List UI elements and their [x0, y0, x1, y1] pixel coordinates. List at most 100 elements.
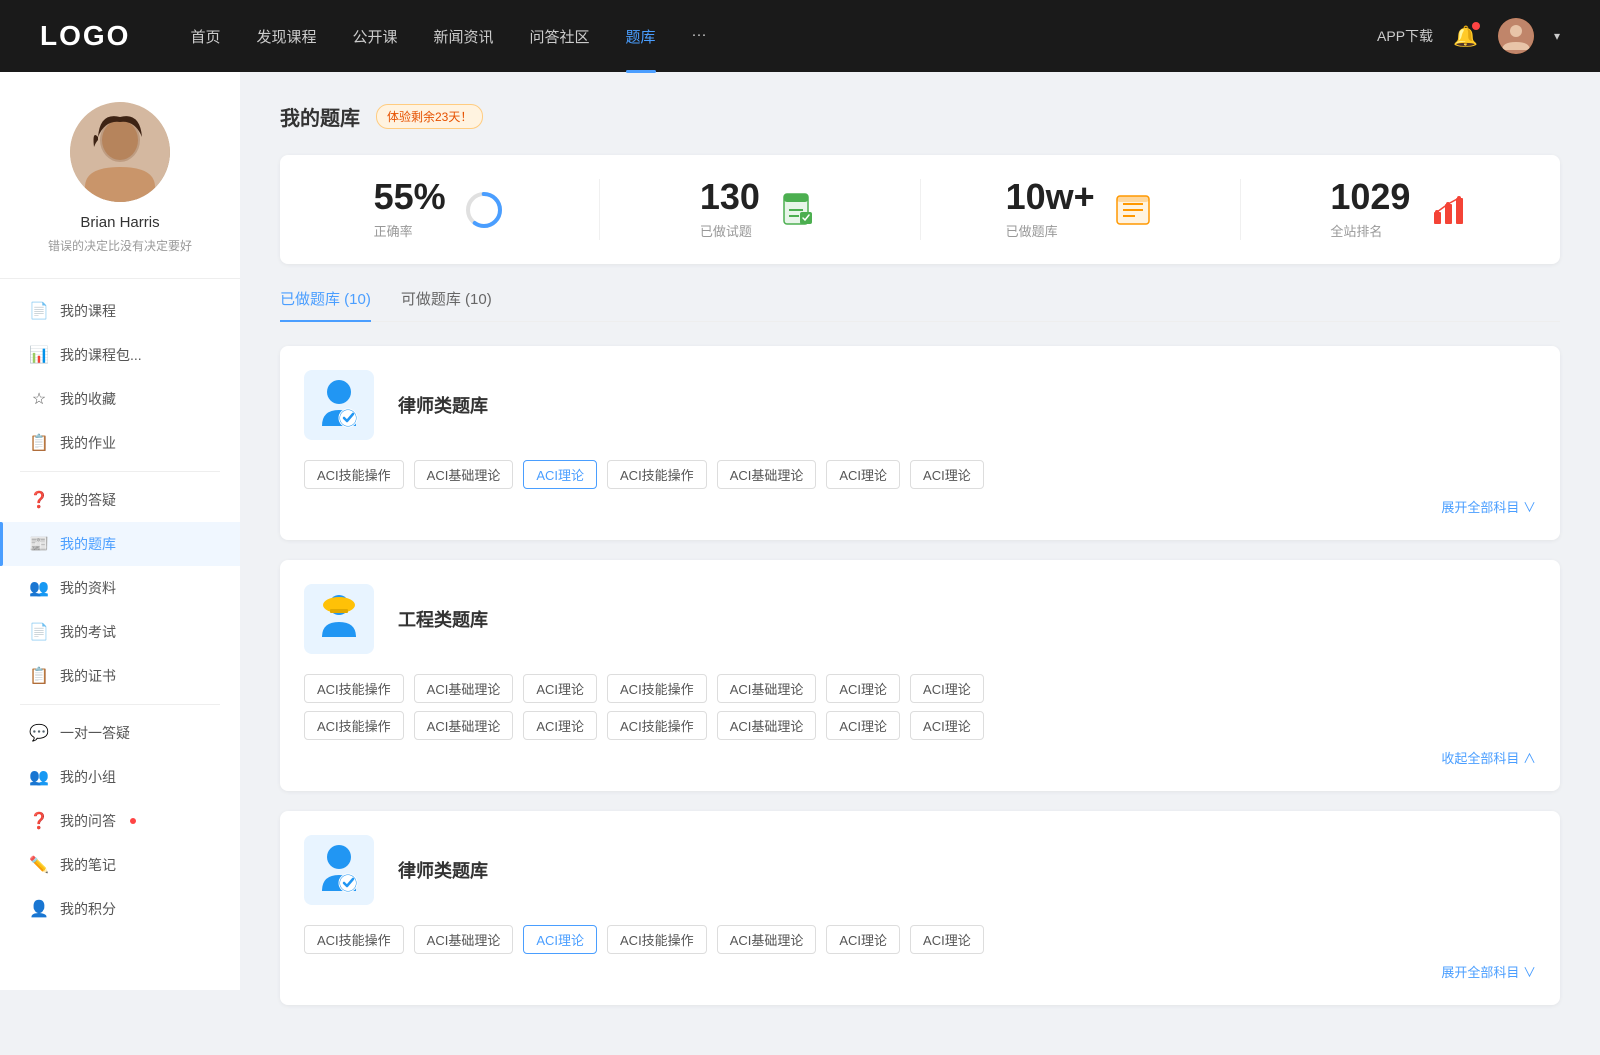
bank-card-2-tags-row1: ACI技能操作 ACI基础理论 ACI理论 ACI技能操作 ACI基础理论 AC…: [304, 674, 1536, 703]
sidebar-item-label: 我的问答: [60, 811, 116, 831]
tag-item[interactable]: ACI技能操作: [607, 460, 707, 489]
tag-item[interactable]: ACI理论: [826, 674, 900, 703]
tag-item[interactable]: ACI技能操作: [304, 674, 404, 703]
collapse-all-button[interactable]: 收起全部科目 ∧: [304, 748, 1536, 767]
nav-bank[interactable]: 题库: [626, 26, 656, 47]
tag-item[interactable]: ACI基础理论: [414, 711, 514, 740]
tag-item[interactable]: ACI理论: [910, 460, 984, 489]
tag-item-active[interactable]: ACI理论: [523, 925, 597, 954]
sidebar-item-notes[interactable]: ✏️ 我的笔记: [0, 843, 240, 887]
tag-item[interactable]: ACI基础理论: [414, 460, 514, 489]
tag-item[interactable]: ACI基础理论: [717, 711, 817, 740]
nav-news[interactable]: 新闻资讯: [434, 26, 494, 47]
nav-discover[interactable]: 发现课程: [256, 26, 316, 47]
course-package-icon: 📊: [30, 346, 48, 364]
accuracy-icon: [462, 188, 506, 232]
sidebar-item-label: 我的课程包...: [60, 345, 142, 365]
tab-done-banks[interactable]: 已做题库 (10): [280, 288, 371, 321]
stat-done-questions: 130 已做试题: [600, 179, 920, 240]
sidebar-item-course-package[interactable]: 📊 我的课程包...: [0, 333, 240, 377]
tag-item[interactable]: ACI理论: [910, 711, 984, 740]
tag-item[interactable]: ACI技能操作: [304, 460, 404, 489]
bar-chart-icon: [1426, 188, 1470, 232]
sidebar-item-exam[interactable]: 📄 我的考试: [0, 610, 240, 654]
lawyer-bank-icon-2: [304, 835, 374, 905]
user-menu-chevron-icon[interactable]: ▾: [1554, 29, 1560, 43]
sidebar-item-question-bank[interactable]: 📰 我的题库: [0, 522, 240, 566]
sidebar-item-label: 我的证书: [60, 666, 116, 686]
tag-item[interactable]: ACI理论: [523, 674, 597, 703]
user-avatar: [70, 102, 170, 202]
tag-item[interactable]: ACI理论: [826, 460, 900, 489]
page-title: 我的题库: [280, 102, 360, 131]
nav-open-course[interactable]: 公开课: [352, 26, 397, 47]
sidebar-item-points[interactable]: 👤 我的积分: [0, 887, 240, 931]
avatar-image-large: [70, 102, 170, 202]
app-download-button[interactable]: APP下载: [1377, 26, 1433, 46]
accuracy-label: 正确率: [374, 221, 446, 240]
bank-card-3-header: 律师类题库: [304, 835, 1536, 905]
nav-home[interactable]: 首页: [190, 26, 220, 47]
sidebar-item-label: 一对一答疑: [60, 723, 130, 743]
tag-item[interactable]: ACI理论: [826, 711, 900, 740]
course-icon: 📄: [30, 302, 48, 320]
tag-item[interactable]: ACI基础理论: [717, 674, 817, 703]
stat-accuracy: 55% 正确率: [280, 179, 600, 240]
tab-available-banks[interactable]: 可做题库 (10): [401, 288, 492, 321]
tag-item[interactable]: ACI技能操作: [607, 925, 707, 954]
sidebar-item-label: 我的收藏: [60, 389, 116, 409]
tag-item[interactable]: ACI技能操作: [304, 925, 404, 954]
nav-menu: 首页 发现课程 公开课 新闻资讯 问答社区 题库 ···: [190, 26, 1377, 47]
user-avatar-nav[interactable]: [1498, 18, 1534, 54]
navbar-right: APP下载 🔔 ▾: [1377, 18, 1560, 54]
group-icon: 👥: [30, 768, 48, 786]
favorites-icon: ☆: [30, 390, 48, 408]
sidebar-item-favorites[interactable]: ☆ 我的收藏: [0, 377, 240, 421]
tag-item[interactable]: ACI理论: [826, 925, 900, 954]
bank-card-2-title: 工程类题库: [398, 606, 488, 632]
tag-item[interactable]: ACI基础理论: [414, 925, 514, 954]
engineer-bank-icon: [304, 584, 374, 654]
bank-card-3: 律师类题库 ACI技能操作 ACI基础理论 ACI理论 ACI技能操作 ACI基…: [280, 811, 1560, 1005]
bank-card-1-tags: ACI技能操作 ACI基础理论 ACI理论 ACI技能操作 ACI基础理论 AC…: [304, 460, 1536, 489]
sidebar-item-homework[interactable]: 📋 我的作业: [0, 421, 240, 465]
user-name: Brian Harris: [80, 214, 159, 231]
tag-item[interactable]: ACI理论: [910, 674, 984, 703]
expand-all-button-2[interactable]: 展开全部科目 ∨: [304, 962, 1536, 981]
my-qa-icon: ❓: [30, 812, 48, 830]
logo[interactable]: LOGO: [40, 20, 130, 52]
notification-bell-icon[interactable]: 🔔: [1453, 24, 1478, 49]
one-on-one-icon: 💬: [30, 724, 48, 742]
page-layout: Brian Harris 错误的决定比没有决定要好 📄 我的课程 📊 我的课程包…: [0, 72, 1600, 1055]
stat-rank: 1029 全站排名: [1241, 179, 1560, 240]
profile-icon: 👥: [30, 579, 48, 597]
tag-item[interactable]: ACI理论: [910, 925, 984, 954]
tag-item[interactable]: ACI基础理论: [717, 925, 817, 954]
tag-item[interactable]: ACI技能操作: [304, 711, 404, 740]
stats-row: 55% 正确率 130 已做试题: [280, 155, 1560, 264]
expand-all-button[interactable]: 展开全部科目 ∨: [304, 497, 1536, 516]
done-banks-label: 已做题库: [1006, 221, 1095, 240]
sidebar-item-my-course[interactable]: 📄 我的课程: [0, 289, 240, 333]
tag-item-active[interactable]: ACI理论: [523, 460, 597, 489]
sidebar-item-certificate[interactable]: 📋 我的证书: [0, 654, 240, 698]
tag-item[interactable]: ACI基础理论: [717, 460, 817, 489]
main-content: 我的题库 体验剩余23天！ 55% 正确率 130: [240, 72, 1600, 1055]
sidebar-item-group[interactable]: 👥 我的小组: [0, 755, 240, 799]
sidebar-item-my-qa[interactable]: ❓ 我的问答: [0, 799, 240, 843]
tag-item[interactable]: ACI理论: [523, 711, 597, 740]
menu-divider: [20, 471, 220, 472]
sidebar-item-profile[interactable]: 👥 我的资料: [0, 566, 240, 610]
nav-qa[interactable]: 问答社区: [530, 26, 590, 47]
sidebar-item-qa[interactable]: ❓ 我的答疑: [0, 478, 240, 522]
tag-item[interactable]: ACI技能操作: [607, 674, 707, 703]
nav-more[interactable]: ···: [692, 26, 707, 47]
tag-item[interactable]: ACI基础理论: [414, 674, 514, 703]
sidebar: Brian Harris 错误的决定比没有决定要好 📄 我的课程 📊 我的课程包…: [0, 72, 240, 990]
sidebar-item-1on1[interactable]: 💬 一对一答疑: [0, 711, 240, 755]
bank-card-2-tags-row2: ACI技能操作 ACI基础理论 ACI理论 ACI技能操作 ACI基础理论 AC…: [304, 711, 1536, 740]
user-motto: 错误的决定比没有决定要好: [48, 237, 192, 254]
done-questions-label: 已做试题: [700, 221, 760, 240]
done-banks-value: 10w+: [1006, 179, 1095, 215]
tag-item[interactable]: ACI技能操作: [607, 711, 707, 740]
